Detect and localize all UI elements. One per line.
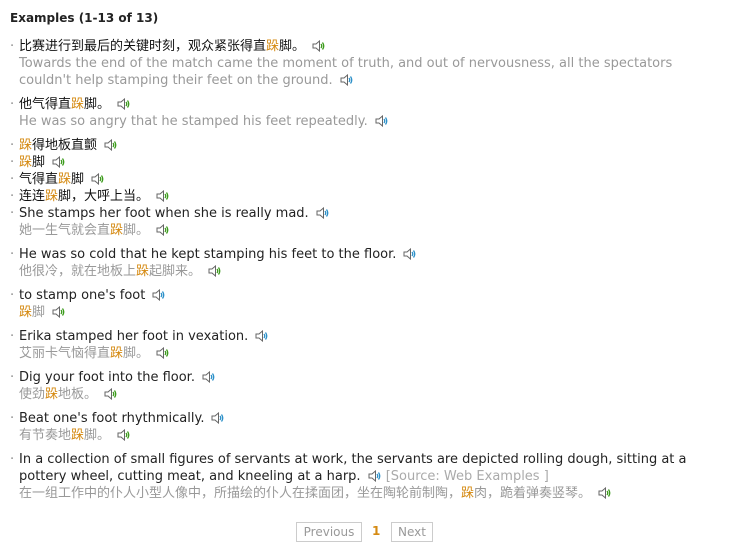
bullet: · <box>10 329 15 344</box>
example-chinese: 连连跺脚，大呼上当。 <box>19 189 150 204</box>
highlighted-headword: 跺 <box>266 39 280 54</box>
bullet: · <box>10 370 15 385</box>
example-chinese: 使劲跺地板。 <box>19 387 98 402</box>
speaker-green-icon[interactable] <box>52 155 66 169</box>
bullet: · <box>10 288 15 303</box>
example-chinese: 气得直跺脚 <box>19 172 85 187</box>
list-item: · Beat one's foot rhythmically. 有节奏地跺脚。 <box>10 410 725 444</box>
speaker-green-icon[interactable] <box>117 428 131 442</box>
highlighted-headword: 跺 <box>71 428 85 443</box>
examples-header: Examples (1-13 of 13) <box>10 11 159 25</box>
speaker-green-icon[interactable] <box>104 387 118 401</box>
example-english: Beat one's foot rhythmically. <box>19 411 205 426</box>
examples-panel: Examples (1-13 of 13) · 比赛进行到最后的关键时刻，观众紧… <box>0 0 733 554</box>
highlighted-headword: 跺 <box>110 346 124 361</box>
example-chinese: 有节奏地跺脚。 <box>19 428 111 443</box>
list-item: · 气得直跺脚 <box>10 171 725 188</box>
speaker-green-icon[interactable] <box>156 223 170 237</box>
example-chinese: 艾丽卡气恼得直跺脚。 <box>19 346 150 361</box>
list-item: · Dig your foot into the floor. 使劲跺地板。 <box>10 369 725 403</box>
highlighted-headword: 跺 <box>136 264 150 279</box>
list-item: · 他气得直跺脚。 He was so angry that he stampe… <box>10 96 725 130</box>
bullet: · <box>10 39 15 54</box>
speaker-green-icon[interactable] <box>598 486 612 500</box>
speaker-green-icon[interactable] <box>208 264 222 278</box>
list-item: · 跺得地板直颤 <box>10 137 725 154</box>
example-english: Dig your foot into the floor. <box>19 370 195 385</box>
example-chinese: 比赛进行到最后的关键时刻，观众紧张得直跺脚。 <box>19 39 306 54</box>
speaker-green-icon[interactable] <box>52 305 66 319</box>
example-chinese: 跺脚 <box>19 155 46 170</box>
highlighted-headword: 跺 <box>58 172 72 187</box>
bullet: · <box>10 138 15 153</box>
speaker-green-icon[interactable] <box>156 346 170 360</box>
bullet: · <box>10 452 15 467</box>
example-english: to stamp one's foot <box>19 288 146 303</box>
example-chinese: 在一组工作中的仆人小型人像中，所描绘的仆人在揉面团，坐在陶轮前制陶，跺肉，跪着弹… <box>19 486 592 501</box>
speaker-green-icon[interactable] <box>312 39 326 53</box>
list-item: · He was so cold that he kept stamping h… <box>10 246 725 280</box>
speaker-blue-icon[interactable] <box>152 288 166 302</box>
example-chinese: 她一生气就会直跺脚。 <box>19 223 150 238</box>
highlighted-headword: 跺 <box>45 387 59 402</box>
speaker-blue-icon[interactable] <box>340 73 354 87</box>
list-item: · to stamp one's foot 跺脚 <box>10 287 725 321</box>
list-item: · 跺脚 <box>10 154 725 171</box>
example-chinese: 他气得直跺脚。 <box>19 97 111 112</box>
highlighted-headword: 跺 <box>19 155 33 170</box>
example-english: She stamps her foot when she is really m… <box>19 206 309 221</box>
bullet: · <box>10 172 15 187</box>
example-english: He was so cold that he kept stamping his… <box>19 247 397 262</box>
next-button[interactable]: Next <box>391 522 433 542</box>
speaker-green-icon[interactable] <box>104 138 118 152</box>
speaker-green-icon[interactable] <box>156 189 170 203</box>
speaker-blue-icon[interactable] <box>375 114 389 128</box>
highlighted-headword: 跺 <box>71 97 85 112</box>
list-item: · 连连跺脚，大呼上当。 <box>10 188 725 205</box>
highlighted-headword: 跺 <box>19 138 33 153</box>
highlighted-headword: 跺 <box>45 189 59 204</box>
highlighted-headword: 跺 <box>110 223 124 238</box>
bullet: · <box>10 411 15 426</box>
speaker-blue-icon[interactable] <box>211 411 225 425</box>
example-chinese: 跺脚 <box>19 305 46 320</box>
example-chinese: 跺得地板直颤 <box>19 138 98 153</box>
speaker-blue-icon[interactable] <box>403 247 417 261</box>
list-item: · She stamps her foot when she is really… <box>10 205 725 239</box>
speaker-blue-icon[interactable] <box>316 206 330 220</box>
bullet: · <box>10 155 15 170</box>
bullet: · <box>10 206 15 221</box>
bullet: · <box>10 247 15 262</box>
speaker-green-icon[interactable] <box>91 172 105 186</box>
example-chinese: 他很冷，就在地板上跺起脚来。 <box>19 264 202 279</box>
source-label: [Source: Web Examples ] <box>385 469 549 484</box>
example-english: Erika stamped her foot in vexation. <box>19 329 249 344</box>
previous-button[interactable]: Previous <box>296 522 362 542</box>
highlighted-headword: 跺 <box>461 486 475 501</box>
list-item: · In a collection of small figures of se… <box>10 451 725 502</box>
bullet: · <box>10 97 15 112</box>
speaker-green-icon[interactable] <box>117 97 131 111</box>
examples-list: · 比赛进行到最后的关键时刻，观众紧张得直跺脚。 Towards the end… <box>10 38 725 509</box>
highlighted-headword: 跺 <box>19 305 33 320</box>
speaker-blue-icon[interactable] <box>202 370 216 384</box>
bullet: · <box>10 189 15 204</box>
example-english: He was so angry that he stamped his feet… <box>19 114 368 129</box>
speaker-blue-icon[interactable] <box>368 469 382 483</box>
list-item: · 比赛进行到最后的关键时刻，观众紧张得直跺脚。 Towards the end… <box>10 38 725 89</box>
example-english: In a collection of small figures of serv… <box>19 452 687 484</box>
pagination: Previous 1 Next <box>296 522 436 542</box>
list-item: · Erika stamped her foot in vexation. 艾丽… <box>10 328 725 362</box>
current-page-number: 1 <box>372 524 381 538</box>
speaker-blue-icon[interactable] <box>255 329 269 343</box>
